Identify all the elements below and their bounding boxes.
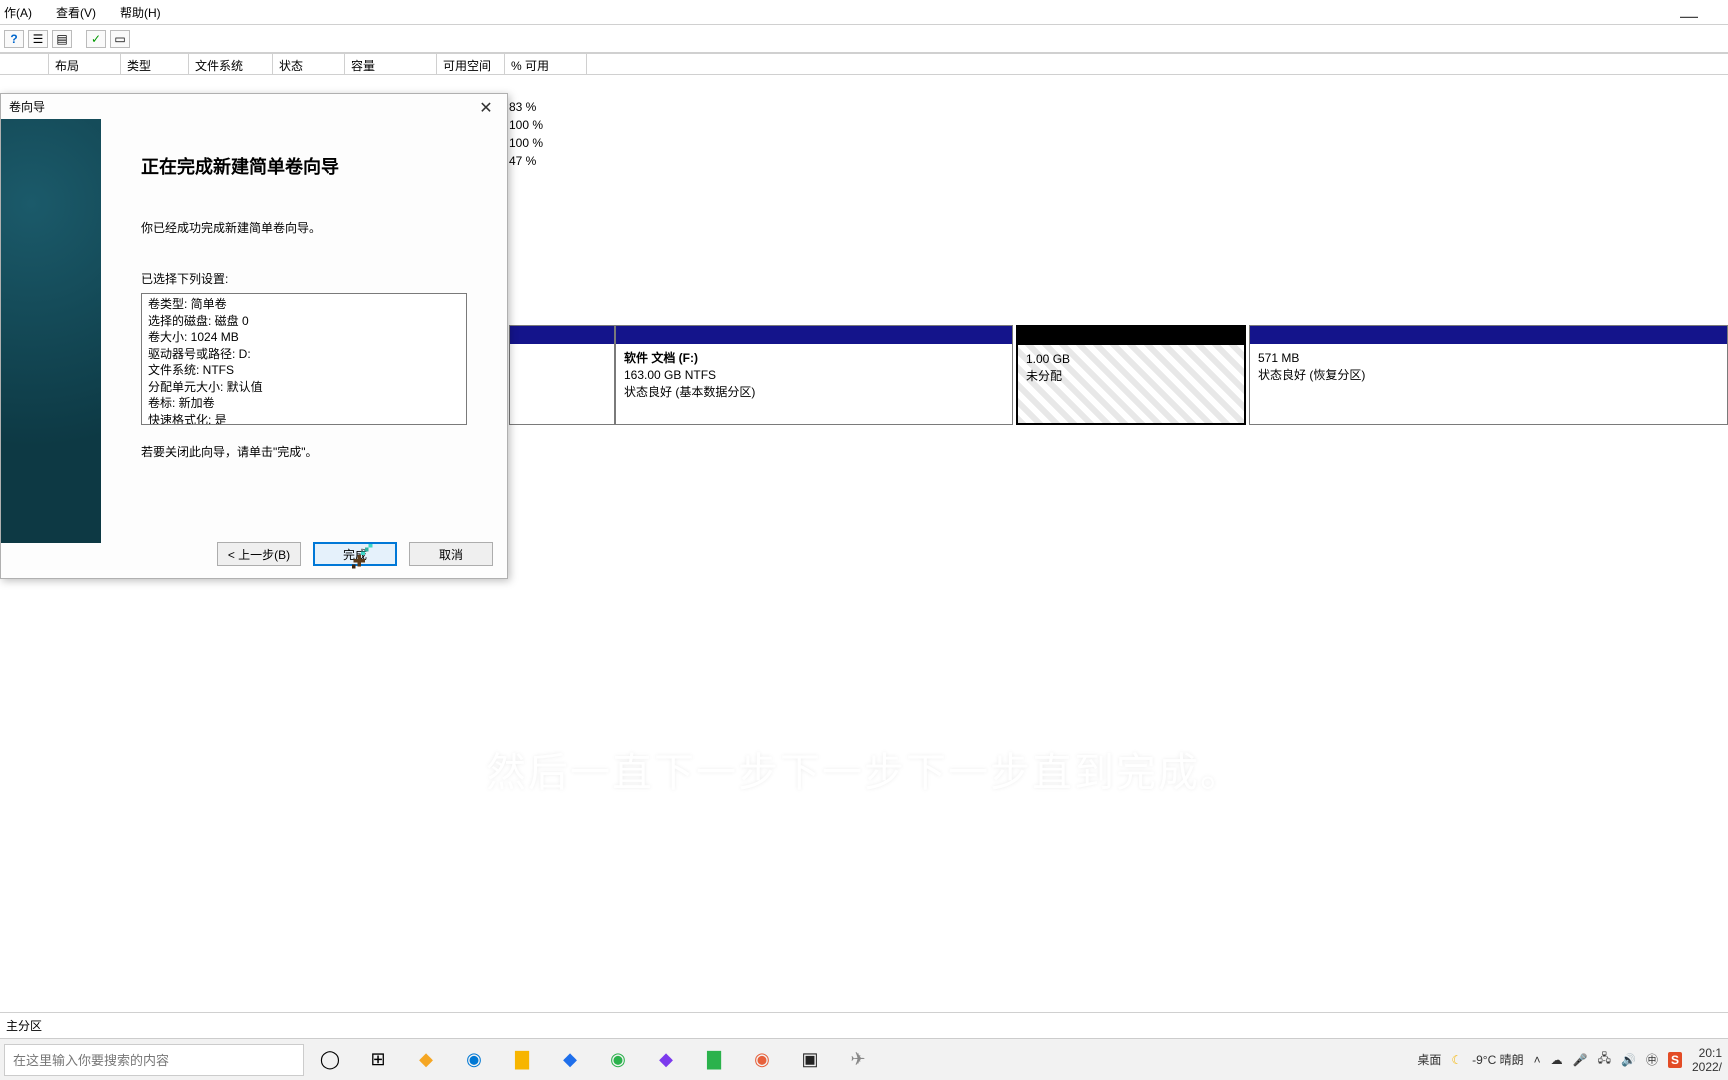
menu-action[interactable]: 作(A) bbox=[0, 0, 36, 25]
setting-line: 文件系统: NTFS bbox=[148, 362, 460, 379]
window-minimize[interactable]: — bbox=[1680, 6, 1698, 27]
wizard-success-text: 你已经成功完成新建简单卷向导。 bbox=[141, 219, 483, 236]
app-icon[interactable]: ◆ bbox=[414, 1048, 438, 1072]
legend-primary-partition: 主分区 bbox=[0, 1012, 1728, 1038]
disk-graphical-view: 软件 文档 (F:) 163.00 GB NTFS 状态良好 (基本数据分区) … bbox=[509, 325, 1728, 425]
wizard-button-row: < 上一步(B) 完成 取消 bbox=[1, 530, 507, 578]
col-freespace[interactable]: 可用空间 bbox=[437, 54, 505, 74]
clock-date: 2022/ bbox=[1692, 1060, 1722, 1074]
toolbar: ? ☰ ▤ ✓ ▭ bbox=[0, 25, 1728, 53]
partition-f-size: 163.00 GB NTFS bbox=[624, 367, 1004, 384]
details-icon[interactable]: ▤ bbox=[52, 30, 72, 48]
column-header-row: 布局 类型 文件系统 状态 容量 可用空间 % 可用 bbox=[0, 53, 1728, 75]
setting-line: 驱动器号或路径: D: bbox=[148, 346, 460, 363]
new-simple-volume-wizard: 卷向导 ✕ 正在完成新建简单卷向导 你已经成功完成新建简单卷向导。 已选择下列设… bbox=[0, 93, 508, 579]
search-placeholder: 在这里输入你要搜索的内容 bbox=[13, 1050, 169, 1069]
clock-time: 20:1 bbox=[1692, 1046, 1722, 1060]
col-status[interactable]: 状态 bbox=[273, 54, 345, 74]
volume-icon[interactable]: 🔊 bbox=[1621, 1053, 1636, 1067]
setting-line: 卷类型: 简单卷 bbox=[148, 296, 460, 313]
col-type[interactable]: 类型 bbox=[121, 54, 189, 74]
app-icon[interactable]: ◆ bbox=[558, 1048, 582, 1072]
search-input[interactable]: 在这里输入你要搜索的内容 bbox=[4, 1044, 304, 1076]
partition-f-title: 软件 文档 (F:) bbox=[624, 350, 1004, 367]
back-button[interactable]: < 上一步(B) bbox=[217, 542, 301, 566]
setting-line: 分配单元大小: 默认值 bbox=[148, 379, 460, 396]
explorer-icon[interactable]: ▇ bbox=[510, 1048, 534, 1072]
wizard-titlebar: 卷向导 bbox=[1, 94, 507, 119]
pct-value: 83 % bbox=[509, 98, 543, 116]
ime-icon[interactable]: ㊥ bbox=[1646, 1051, 1658, 1068]
moon-icon: ☾ bbox=[1451, 1053, 1462, 1067]
task-view-icon[interactable]: ⊞ bbox=[366, 1048, 390, 1072]
partition-recovery-status: 状态良好 (恢复分区) bbox=[1258, 367, 1719, 384]
finish-button[interactable]: 完成 bbox=[313, 542, 397, 566]
col-filesystem[interactable]: 文件系统 bbox=[189, 54, 273, 74]
help-icon[interactable]: ? bbox=[4, 30, 24, 48]
partition-unallocated[interactable]: 1.00 GB 未分配 bbox=[1016, 325, 1246, 425]
cortana-icon[interactable]: ◯ bbox=[318, 1048, 342, 1072]
col-layout[interactable]: 布局 bbox=[49, 54, 121, 74]
col-pctfree[interactable]: % 可用 bbox=[505, 54, 587, 74]
partition-recovery[interactable]: 571 MB 状态良好 (恢复分区) bbox=[1249, 325, 1728, 425]
taskbar-clock[interactable]: 20:1 2022/ bbox=[1692, 1046, 1722, 1074]
taskbar: 在这里输入你要搜索的内容 ◯ ⊞ ◆ ◉ ▇ ◆ ◉ ◆ ▇ ◉ ▣ ✈ 桌面 … bbox=[0, 1038, 1728, 1080]
setting-line: 快速格式化: 是 bbox=[148, 412, 460, 426]
weather-text[interactable]: -9°C 晴朗 bbox=[1472, 1051, 1523, 1068]
menu-view[interactable]: 查看(V) bbox=[52, 0, 100, 25]
col-blank[interactable] bbox=[0, 54, 49, 74]
col-capacity[interactable]: 容量 bbox=[345, 54, 437, 74]
desktop-label[interactable]: 桌面 bbox=[1417, 1051, 1441, 1068]
app-icon[interactable]: ▣ bbox=[798, 1048, 822, 1072]
chevron-up-icon[interactable]: ˄ bbox=[1534, 1053, 1541, 1067]
menu-bar: 作(A) 查看(V) 帮助(H) bbox=[0, 0, 1728, 25]
check-icon[interactable]: ✓ bbox=[86, 30, 106, 48]
mic-icon[interactable]: 🎤 bbox=[1573, 1053, 1588, 1067]
wizard-side-graphic bbox=[1, 119, 101, 543]
partition-recovery-size: 571 MB bbox=[1258, 350, 1719, 367]
wizard-settings-label: 已选择下列设置: bbox=[141, 270, 483, 287]
sogou-ime-icon[interactable]: S bbox=[1668, 1052, 1682, 1068]
pct-value: 100 % bbox=[509, 116, 543, 134]
edge-icon[interactable]: ◉ bbox=[462, 1048, 486, 1072]
list-icon[interactable]: ☰ bbox=[28, 30, 48, 48]
close-icon[interactable]: ✕ bbox=[471, 98, 501, 118]
pct-value: 47 % bbox=[509, 152, 543, 170]
volume-list-pct-column: 83 % 100 % 100 % 47 % bbox=[509, 98, 543, 170]
wizard-close-hint: 若要关闭此向导，请单击"完成"。 bbox=[141, 443, 483, 460]
setting-line: 选择的磁盘: 磁盘 0 bbox=[148, 313, 460, 330]
wizard-settings-list[interactable]: 卷类型: 简单卷 选择的磁盘: 磁盘 0 卷大小: 1024 MB 驱动器号或路… bbox=[141, 293, 467, 425]
partition-unalloc-status: 未分配 bbox=[1026, 368, 1236, 385]
taskbar-pinned-apps: ◯ ⊞ ◆ ◉ ▇ ◆ ◉ ◆ ▇ ◉ ▣ ✈ bbox=[318, 1048, 870, 1072]
wizard-heading: 正在完成新建简单卷向导 bbox=[141, 153, 483, 179]
rect-icon[interactable]: ▭ bbox=[110, 30, 130, 48]
pct-value: 100 % bbox=[509, 134, 543, 152]
firefox-icon[interactable]: ◉ bbox=[750, 1048, 774, 1072]
partition-f-status: 状态良好 (基本数据分区) bbox=[624, 384, 1004, 401]
partition-unknown-left[interactable] bbox=[509, 325, 615, 425]
app-icon[interactable]: ◆ bbox=[654, 1048, 678, 1072]
network-icon[interactable]: 🖧 bbox=[1598, 1049, 1611, 1070]
app-icon[interactable]: ▇ bbox=[702, 1048, 726, 1072]
video-subtitle: 然后一直下一步下一步下一步直到完成。 bbox=[0, 740, 1728, 798]
app-icon[interactable]: ✈ bbox=[846, 1048, 870, 1072]
cancel-button[interactable]: 取消 bbox=[409, 542, 493, 566]
app-icon[interactable]: ◉ bbox=[606, 1048, 630, 1072]
system-tray: 桌面 ☾ -9°C 晴朗 ˄ ☁ 🎤 🖧 🔊 ㊥ S 20:1 2022/ bbox=[1417, 1046, 1728, 1074]
setting-line: 卷标: 新加卷 bbox=[148, 395, 460, 412]
partition-f[interactable]: 软件 文档 (F:) 163.00 GB NTFS 状态良好 (基本数据分区) bbox=[615, 325, 1013, 425]
partition-unalloc-size: 1.00 GB bbox=[1026, 351, 1236, 368]
cloud-icon[interactable]: ☁ bbox=[1551, 1053, 1563, 1067]
menu-help[interactable]: 帮助(H) bbox=[116, 0, 165, 25]
setting-line: 卷大小: 1024 MB bbox=[148, 329, 460, 346]
